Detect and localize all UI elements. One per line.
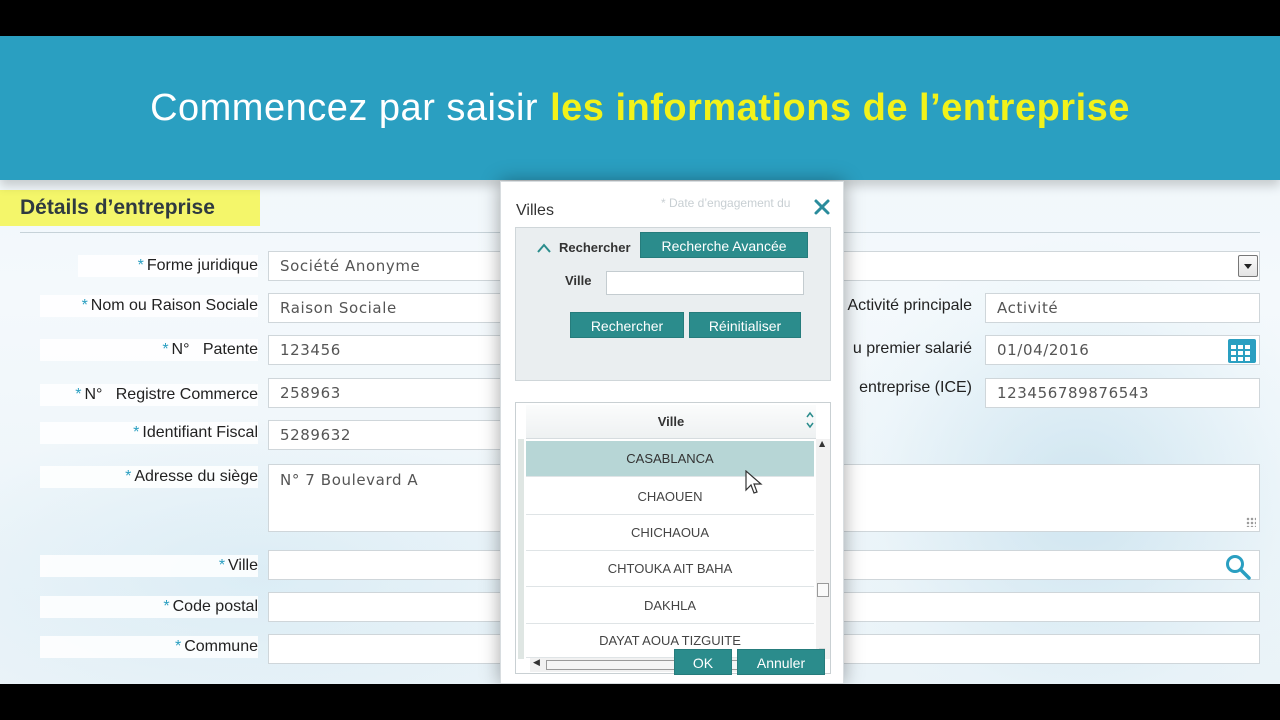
scroll-up-icon[interactable]: ▲ — [819, 439, 825, 448]
label-text: N° Registre Commerce — [84, 386, 258, 403]
chevron-up-icon[interactable] — [536, 242, 552, 254]
raison-sociale-input[interactable]: Raison Sociale — [268, 293, 508, 323]
label-text: Ville — [228, 557, 258, 574]
required-mark: * — [174, 638, 182, 655]
forme-juridique-label: * Forme juridique — [78, 255, 258, 277]
registre-commerce-input[interactable]: 258963 — [268, 378, 508, 408]
grid-row[interactable]: CHTOUKA AIT BAHA — [526, 551, 814, 587]
letterbox-bottom — [0, 684, 1280, 720]
close-icon[interactable] — [813, 198, 831, 216]
grid-gutter — [518, 439, 524, 659]
adresse-label: * Adresse du siège — [40, 466, 258, 488]
search-button[interactable]: Rechercher — [570, 312, 684, 338]
required-mark: * — [162, 341, 169, 358]
commune-label: * Commune — [40, 636, 258, 658]
cancel-button[interactable]: Annuler — [737, 649, 825, 675]
required-mark: * — [75, 386, 82, 403]
required-mark: * — [163, 598, 170, 615]
ice-input[interactable]: 123456789876543 — [985, 378, 1260, 408]
ville-filter-label: Ville — [565, 273, 592, 288]
patente-input[interactable]: 123456 — [268, 335, 508, 365]
grid-row[interactable]: CASABLANCA — [526, 441, 814, 477]
label-text: N° Patente — [171, 341, 258, 358]
reset-button[interactable]: Réinitialiser — [689, 312, 801, 338]
villes-grid: Ville CASABLANCA CHAOUEN CHICHAOUA CHTOU… — [515, 402, 831, 674]
mouse-pointer-icon — [745, 470, 763, 494]
ville-filter-input[interactable] — [606, 271, 804, 295]
section-title: Détails d’entreprise — [0, 190, 260, 226]
instruction-banner: Commencez par saisir les informations de… — [0, 36, 1280, 180]
label-text: Identifiant Fiscal — [142, 424, 258, 441]
registre-commerce-label: * N° Registre Commerce — [40, 384, 258, 406]
identifiant-fiscal-input[interactable]: 5289632 — [268, 420, 508, 450]
activite-label: Activité principale — [847, 297, 973, 314]
calendar-icon[interactable] — [1228, 339, 1256, 363]
search-panel: Rechercher Recherche Avancée Ville Reche… — [515, 227, 831, 381]
premier-salarie-label: u premier salarié — [852, 340, 972, 357]
scroll-left-icon[interactable]: ◀ — [533, 658, 540, 668]
letterbox-top — [0, 0, 1280, 36]
grid-row[interactable]: CHICHAOUA — [526, 515, 814, 551]
grid-header-ville[interactable]: Ville — [526, 405, 816, 439]
label-text: Commune — [184, 638, 258, 655]
background-ghost-text: * Date d’engagement du — [661, 196, 791, 210]
label-text: Forme juridique — [146, 257, 258, 274]
search-icon[interactable] — [1224, 553, 1252, 581]
vertical-scrollbar[interactable]: ▲ ▼ — [816, 439, 830, 659]
required-mark: * — [125, 468, 132, 485]
scroll-thumb[interactable] — [817, 583, 829, 597]
ice-label: entreprise (ICE) — [859, 379, 972, 396]
banner-highlight: les informations de l’entreprise — [550, 86, 1130, 129]
label-text: Code postal — [172, 598, 258, 615]
resize-grip-icon[interactable] — [1246, 517, 1256, 527]
grid-row[interactable]: CHAOUEN — [526, 479, 814, 515]
chevron-down-icon[interactable] — [1238, 255, 1258, 277]
grid-row[interactable]: DAKHLA — [526, 588, 814, 624]
form-stage: Commencez par saisir les informations de… — [0, 36, 1280, 684]
advanced-search-button[interactable]: Recherche Avancée — [640, 232, 808, 258]
date-premier-salarie-input[interactable]: 01/04/2016 — [985, 335, 1260, 365]
sort-icon[interactable] — [806, 411, 814, 429]
patente-label: * N° Patente — [40, 339, 258, 361]
required-mark: * — [81, 297, 88, 314]
label-text: Adresse du siège — [134, 468, 258, 485]
search-toggle-label[interactable]: Rechercher — [559, 240, 631, 255]
label-text: Nom ou Raison Sociale — [90, 297, 258, 314]
activite-input[interactable]: Activité — [985, 293, 1260, 323]
required-mark: * — [218, 557, 226, 574]
raison-sociale-label: * Nom ou Raison Sociale — [40, 295, 258, 317]
ville-label: * Ville — [40, 555, 258, 577]
banner-text: Commencez par saisir — [150, 86, 539, 129]
required-mark: * — [133, 424, 140, 441]
dialog-title: Villes — [516, 202, 554, 219]
villes-dialog: * Date d’engagement du Villes Rechercher… — [500, 181, 844, 684]
ok-button[interactable]: OK — [674, 649, 732, 675]
required-mark: * — [137, 257, 144, 274]
identifiant-fiscal-label: * Identifiant Fiscal — [40, 422, 258, 444]
code-postal-label: * Code postal — [40, 596, 258, 618]
